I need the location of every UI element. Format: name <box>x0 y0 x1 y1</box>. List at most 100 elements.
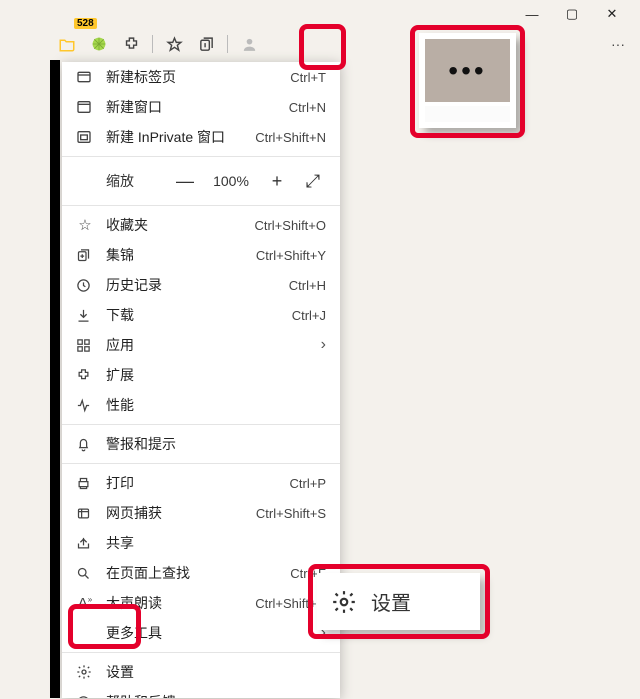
bell-icon <box>76 437 94 452</box>
menu-item-label: 扩展 <box>106 365 326 385</box>
menu-item-label: 更多工具 <box>106 623 309 643</box>
menu-item-alerts[interactable]: 警报和提示 <box>62 429 340 459</box>
menu-item-share[interactable]: 共享 <box>62 528 340 558</box>
chevron-right-icon: › <box>321 693 326 698</box>
lime-icon[interactable] <box>88 33 110 55</box>
menu-item-label: 大声朗读 <box>106 593 243 613</box>
menu-item-new-inprivate[interactable]: 新建 InPrivate 窗口 Ctrl+Shift+N <box>62 122 340 152</box>
profile-icon[interactable] <box>238 33 260 55</box>
menu-item-label: 集锦 <box>106 245 244 265</box>
menu-item-label: 应用 <box>106 335 309 355</box>
callout-settings-label: 设置 <box>371 587 411 616</box>
zoom-in-button[interactable]: + <box>264 171 290 192</box>
callout-more-button: ••• <box>419 33 516 128</box>
menu-item-web-capture[interactable]: 网页捕获 Ctrl+Shift+S <box>62 498 340 528</box>
menu-item-label: 网页捕获 <box>106 503 244 523</box>
zoom-out-button[interactable]: — <box>172 171 198 192</box>
menu-item-shortcut: Ctrl+N <box>289 100 326 115</box>
toolbar-separator <box>152 35 153 53</box>
menu-item-shortcut: Ctrl+Shift+Y <box>256 248 326 263</box>
menu-divider <box>62 463 340 464</box>
menu-item-new-tab[interactable]: 新建标签页 Ctrl+T <box>62 62 340 92</box>
print-icon <box>76 476 94 491</box>
menu-divider <box>62 424 340 425</box>
menu-item-shortcut: Ctrl+P <box>290 476 326 491</box>
menu-item-apps[interactable]: 应用 › <box>62 330 340 360</box>
left-strip <box>50 60 60 698</box>
menu-item-shortcut: Ctrl+Shift+U <box>255 596 326 611</box>
menu-item-new-window[interactable]: 新建窗口 Ctrl+N <box>62 92 340 122</box>
callout-strip <box>425 106 510 122</box>
toolbar-separator <box>227 35 228 53</box>
performance-icon <box>76 398 94 413</box>
callout-settings: 设置 <box>317 573 480 630</box>
capture-icon <box>76 506 94 521</box>
menu-item-label: 新建 InPrivate 窗口 <box>106 127 243 147</box>
collections-icon[interactable] <box>195 33 217 55</box>
menu-item-label: 下载 <box>106 305 280 325</box>
ellipsis-icon: ••• <box>425 39 510 102</box>
menu-item-label: 性能 <box>106 395 326 415</box>
window-maximize-button[interactable]: ▢ <box>552 6 592 22</box>
menu-item-history[interactable]: 历史记录 Ctrl+H <box>62 270 340 300</box>
zoom-label: 缩放 <box>76 171 134 191</box>
star-icon: ☆ <box>76 216 94 234</box>
read-aloud-icon: A» <box>76 595 94 612</box>
menu-item-label: 帮助和反馈 <box>106 692 309 698</box>
download-icon <box>76 308 94 323</box>
collections-icon <box>76 248 94 263</box>
menu-item-label: 新建窗口 <box>106 97 277 117</box>
help-icon <box>76 695 94 699</box>
fullscreen-button[interactable]: ⤢ <box>300 171 326 192</box>
menu-item-shortcut: Ctrl+Shift+S <box>256 506 326 521</box>
gear-icon <box>331 589 357 615</box>
new-window-icon <box>76 99 94 115</box>
menu-item-shortcut: Ctrl+J <box>292 308 326 323</box>
menu-item-label: 打印 <box>106 473 278 493</box>
menu-item-label: 共享 <box>106 533 326 553</box>
menu-item-label: 新建标签页 <box>106 67 278 87</box>
menu-item-favorites[interactable]: ☆ 收藏夹 Ctrl+Shift+O <box>62 210 340 240</box>
menu-divider <box>62 156 340 157</box>
extension-icon[interactable] <box>120 33 142 55</box>
menu-item-shortcut: Ctrl+Shift+O <box>254 218 326 233</box>
window-close-button[interactable]: ✕ <box>592 6 632 22</box>
menu-item-more-tools[interactable]: 更多工具 › <box>62 618 340 648</box>
zoom-value: 100% <box>208 173 254 189</box>
menu-item-label: 在页面上查找 <box>106 563 278 583</box>
menu-item-shortcut: Ctrl+Shift+N <box>255 130 326 145</box>
chevron-right-icon: › <box>321 336 326 354</box>
menu-item-collections[interactable]: 集锦 Ctrl+Shift+Y <box>62 240 340 270</box>
menu-item-label: 警报和提示 <box>106 434 326 454</box>
favorites-icon[interactable] <box>163 33 185 55</box>
menu-item-help[interactable]: 帮助和反馈 › <box>62 687 340 698</box>
menu-item-zoom: 缩放 — 100% + ⤢ <box>62 161 340 201</box>
inprivate-icon <box>76 129 94 145</box>
menu-item-print[interactable]: 打印 Ctrl+P <box>62 468 340 498</box>
menu-item-shortcut: Ctrl+H <box>289 278 326 293</box>
gear-icon <box>76 664 94 680</box>
menu-item-downloads[interactable]: 下载 Ctrl+J <box>62 300 340 330</box>
apps-icon <box>76 338 94 353</box>
share-icon <box>76 536 94 551</box>
menu-item-read-aloud[interactable]: A» 大声朗读 Ctrl+Shift+U <box>62 588 340 618</box>
menu-item-shortcut: Ctrl+T <box>290 70 326 85</box>
search-icon <box>76 566 94 581</box>
bookmark-folder-icon[interactable] <box>56 33 78 55</box>
menu-item-performance[interactable]: 性能 <box>62 390 340 420</box>
menu-item-label: 收藏夹 <box>106 215 242 235</box>
menu-item-label: 历史记录 <box>106 275 277 295</box>
menu-divider <box>62 205 340 206</box>
window-minimize-button[interactable]: — <box>512 7 552 22</box>
menu-divider <box>62 652 340 653</box>
toolbar: ··· <box>50 28 640 60</box>
extensions-icon <box>76 368 94 383</box>
settings-menu: 新建标签页 Ctrl+T 新建窗口 Ctrl+N 新建 InPrivate 窗口… <box>62 62 340 698</box>
new-tab-icon <box>76 69 94 85</box>
menu-item-extensions[interactable]: 扩展 <box>62 360 340 390</box>
menu-item-label: 设置 <box>106 662 326 682</box>
menu-item-settings[interactable]: 设置 <box>62 657 340 687</box>
more-menu-button[interactable]: ··· <box>602 31 634 57</box>
menu-item-find-on-page[interactable]: 在页面上查找 Ctrl+F <box>62 558 340 588</box>
history-icon <box>76 278 94 293</box>
